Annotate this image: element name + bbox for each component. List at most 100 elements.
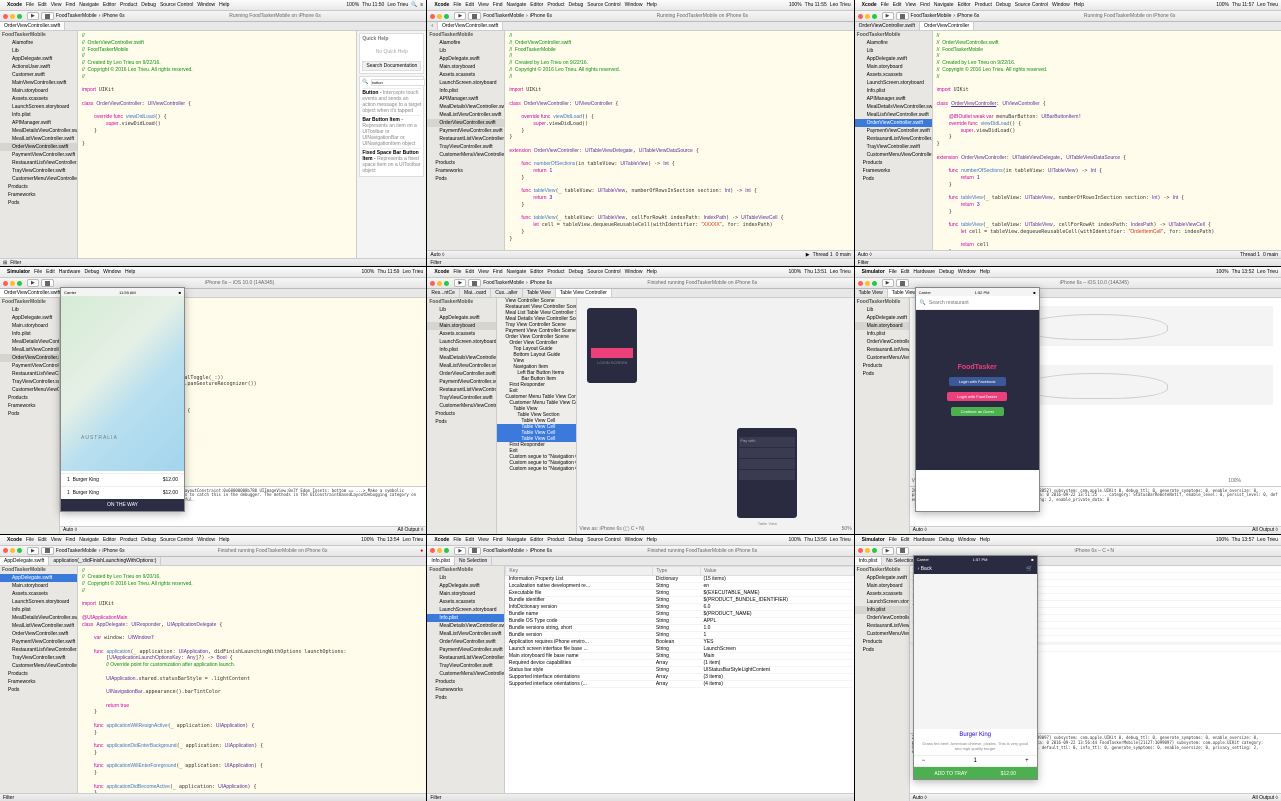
nav-item[interactable]: Frameworks	[0, 402, 59, 410]
menu-item[interactable]: Debug	[84, 269, 99, 275]
nav-item[interactable]: AppDelegate.swift	[427, 314, 496, 322]
plist-row[interactable]: Executable fileString$(EXECUTABLE_NAME)	[506, 589, 853, 596]
max-window[interactable]	[872, 281, 877, 286]
menu-item[interactable]: Hardware	[59, 269, 81, 275]
plist-row[interactable]: InfoDictionary versionString6.0	[506, 603, 853, 610]
nav-item[interactable]: CustomerMenuViewController.swift	[0, 175, 77, 183]
menu-item[interactable]: Hardware	[913, 269, 935, 275]
menu-item[interactable]: Editor	[103, 537, 116, 543]
menu-item[interactable]: File	[453, 2, 461, 8]
close-window[interactable]	[858, 548, 863, 553]
run-button[interactable]: ▶	[882, 12, 894, 20]
nav-item[interactable]: LaunchScreen.storyboard	[427, 606, 504, 614]
nav-item[interactable]: Lib	[427, 574, 504, 582]
menu-navigate[interactable]: Navigate	[79, 2, 99, 8]
qty-minus-button[interactable]: −	[922, 758, 926, 764]
tab-plist[interactable]: Info.plist	[855, 557, 883, 565]
max-window[interactable]	[444, 281, 449, 286]
menu-item[interactable]: Editor	[958, 2, 971, 8]
project-navigator[interactable]: FoodTaskerMobile Lib AppDelegate.swift M…	[427, 566, 505, 793]
stop-button[interactable]	[896, 12, 909, 20]
tab-order[interactable]: OrderViewController.swift	[0, 22, 65, 30]
app-menu[interactable]: Simulator	[862, 537, 885, 543]
nav-item[interactable]: Info.plist	[427, 346, 496, 354]
run-button[interactable]: ▶	[27, 279, 39, 287]
menu-item[interactable]: File	[453, 269, 461, 275]
run-button[interactable]: ▶	[454, 547, 466, 555]
nav-root[interactable]: FoodTaskerMobile	[855, 298, 909, 306]
user[interactable]: Leo Trieu	[402, 269, 423, 275]
menu-item[interactable]: Hardware	[913, 537, 935, 543]
menu-item[interactable]: File	[881, 2, 889, 8]
menu-item[interactable]: Edit	[893, 2, 902, 8]
app-menu[interactable]: Simulator	[7, 269, 30, 275]
tab[interactable]: Table View	[523, 289, 556, 297]
nav-item-selected[interactable]: OrderViewController.swift	[855, 119, 932, 127]
nav-root[interactable]: FoodTaskerMobile	[0, 566, 77, 574]
console-filter[interactable]: All Output ◊	[1252, 795, 1278, 801]
filter[interactable]: Filter	[3, 795, 14, 801]
nav-item[interactable]: TrayViewController.swift	[0, 167, 77, 175]
menu-item[interactable]: Debug	[939, 269, 954, 275]
col-key[interactable]: Key	[506, 566, 653, 575]
variables-view[interactable]: Auto ◊	[430, 252, 444, 258]
ios-simulator[interactable]: Carrier1:57 PM■ ‹ Back🛒 Burger King Gras…	[913, 555, 1038, 780]
nav-item[interactable]: RestaurantListViewController.swift	[0, 370, 59, 378]
cart-icon[interactable]: 🛒	[1026, 566, 1032, 572]
nav-item[interactable]: Frameworks	[0, 191, 77, 199]
nav-item[interactable]: Pods	[855, 175, 932, 183]
nav-item[interactable]: Pods	[855, 646, 909, 654]
nav-item[interactable]: CustomerMenuViewController.swift	[427, 402, 496, 410]
nav-item[interactable]: CustomerMenuViewController.swift	[427, 151, 504, 159]
continue-guest-button[interactable]: Continue as Guest	[951, 407, 1004, 416]
nav-item[interactable]: PaymentViewController.swift	[427, 127, 504, 135]
nav-item[interactable]: MealDetailsViewController.swift	[427, 103, 504, 111]
min-window[interactable]	[10, 281, 15, 286]
menu-item[interactable]: Help	[646, 537, 656, 543]
menu-product[interactable]: Product	[120, 2, 137, 8]
code-editor[interactable]: // // OrderViewController.swift // FoodT…	[78, 31, 356, 258]
nav-item[interactable]: CustomerMenuViewController.swift	[0, 386, 59, 394]
nav-item[interactable]: Info.plist	[855, 330, 909, 338]
device[interactable]: iPhone 6s	[102, 548, 124, 554]
nav-item[interactable]: RestaurantListViewController.swift	[0, 646, 77, 654]
run-button[interactable]: ▶	[454, 12, 466, 20]
nav-item[interactable]: CustomerMenuViewController.swift	[427, 670, 504, 678]
nav-item[interactable]: PaymentViewController.swift	[0, 151, 77, 159]
variables-view[interactable]: Auto ◊	[858, 252, 872, 258]
menu-item[interactable]: Window	[958, 269, 976, 275]
nav-item-selected[interactable]: Main.storyboard	[855, 322, 909, 330]
nav-item[interactable]: AppDelegate.swift	[855, 574, 909, 582]
plist-row[interactable]: Bundle versions string, shortString1.0	[506, 624, 853, 631]
menu-item[interactable]: Product	[547, 2, 564, 8]
max-window[interactable]	[444, 14, 449, 19]
add-to-tray-button[interactable]: ADD TO TRAY$12.00	[914, 767, 1037, 780]
nav-item[interactable]: Assets.xcassets	[427, 71, 504, 79]
stop-button[interactable]	[896, 547, 909, 555]
order-row[interactable]: 1 Burger King$12.00	[61, 473, 184, 486]
menu-item[interactable]: View	[478, 269, 489, 275]
nav-item[interactable]: Pods	[0, 199, 77, 207]
thread-label[interactable]: Thread 1	[813, 252, 833, 258]
plist-row[interactable]: Localization native development re...Str…	[506, 582, 853, 589]
nav-item[interactable]: Products	[855, 638, 909, 646]
filter[interactable]: Filter	[430, 260, 441, 266]
menu-item[interactable]: File	[26, 537, 34, 543]
user[interactable]: Leo Trieu	[830, 537, 851, 543]
nav-item[interactable]: PaymentViewController.swift	[427, 646, 504, 654]
back-button[interactable]: ‹ Back	[918, 566, 932, 572]
nav-item[interactable]: MainViewController.swift	[0, 79, 77, 87]
nav-item[interactable]: MealDetailsViewController.swift	[855, 103, 932, 111]
plist-row[interactable]: Information Property ListDictionary(15 i…	[506, 575, 853, 582]
code-editor[interactable]: // // OrderViewController.swift // FoodT…	[933, 31, 1281, 250]
login-facebook-button[interactable]: Login with Facebook	[949, 377, 1006, 386]
app-menu[interactable]: Simulator	[862, 269, 885, 275]
nav-item[interactable]: Products	[855, 159, 932, 167]
min-window[interactable]	[865, 548, 870, 553]
project-navigator[interactable]: FoodTaskerMobile AppDelegate.swift Main.…	[855, 566, 910, 801]
plist-row[interactable]: Main storyboard file base nameStringMain	[506, 652, 853, 659]
nav-item[interactable]: MealListViewController.swift	[427, 362, 496, 370]
nav-item[interactable]: Assets.xcassets	[855, 590, 909, 598]
menu-item[interactable]: Navigate	[79, 537, 99, 543]
menu-help[interactable]: Help	[219, 2, 229, 8]
